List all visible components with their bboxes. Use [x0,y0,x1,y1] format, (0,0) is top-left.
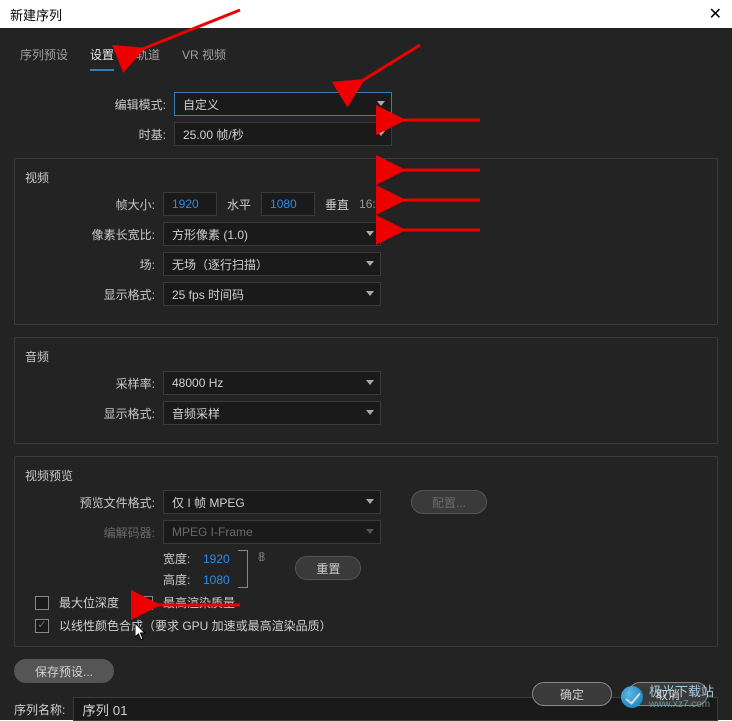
reset-button[interactable]: 重置 [295,556,361,580]
dialog-body: 序列预设 设置 轨道 VR 视频 编辑模式: 自定义 时基: 25.00 帧/秒… [0,28,732,720]
video-title: 视频 [25,169,707,186]
par-row: 像素长宽比: 方形像素 (1.0) [25,222,707,246]
timebase-label: 时基: [14,126,174,143]
chevron-down-icon [366,291,374,296]
preview-file-format-value: 仅 I 帧 MPEG [172,494,245,511]
par-label: 像素长宽比: [25,226,163,243]
preview-width-label: 宽度: [163,550,203,567]
close-icon[interactable]: ✕ [709,4,722,24]
aspect-ratio-label: 16:9 [359,197,382,211]
max-render-quality-checkbox[interactable] [139,596,153,610]
frame-size-row: 帧大小: 1920 水平 1080 垂直 16:9 [25,192,707,216]
chevron-down-icon [366,529,374,534]
preview-file-format-label: 预览文件格式: [25,494,163,511]
max-bit-depth-checkbox[interactable] [35,596,49,610]
video-display-format-select[interactable]: 25 fps 时间码 [163,282,381,306]
frame-size-label: 帧大小: [25,196,163,213]
footer-buttons: 确定 取消 [532,682,708,706]
preview-height-label: 高度: [163,571,203,588]
window-title: 新建序列 [10,5,62,24]
save-preset-button[interactable]: 保存预设... [14,659,114,683]
par-select[interactable]: 方形像素 (1.0) [163,222,381,246]
chevron-down-icon [366,380,374,385]
chevron-down-icon [366,261,374,266]
tab-tracks[interactable]: 轨道 [136,46,160,71]
chevron-down-icon [377,101,385,106]
sample-rate-select[interactable]: 48000 Hz [163,371,381,395]
edit-mode-label: 编辑模式: [14,96,174,113]
chevron-down-icon [366,499,374,504]
codec-select: MPEG I-Frame [163,520,381,544]
timebase-select[interactable]: 25.00 帧/秒 [174,122,392,146]
edit-mode-select[interactable]: 自定义 [174,92,392,116]
video-group: 视频 帧大小: 1920 水平 1080 垂直 16:9 像素长宽比: 方形像素… [14,158,718,325]
audio-group: 音频 采样率: 48000 Hz 显示格式: 音频采样 [14,337,718,444]
sample-rate-row: 采样率: 48000 Hz [25,371,707,395]
chevron-down-icon [377,131,385,136]
audio-display-format-select[interactable]: 音频采样 [163,401,381,425]
frame-height-value: 1080 [270,197,297,211]
preview-size-row: 宽度: 1920 高度: 1080 𝟠 重置 [25,550,707,588]
fields-label: 场: [25,256,163,273]
audio-display-format-label: 显示格式: [25,405,163,422]
sample-rate-label: 采样率: [25,375,163,392]
link-icon[interactable]: 𝟠 [258,550,266,564]
frame-width-input[interactable]: 1920 [163,192,217,216]
config-button: 配置... [411,490,487,514]
fields-select[interactable]: 无场（逐行扫描） [163,252,381,276]
timebase-row: 时基: 25.00 帧/秒 [14,122,718,146]
tab-presets[interactable]: 序列预设 [20,46,68,71]
tabs: 序列预设 设置 轨道 VR 视频 [14,38,718,72]
sample-rate-value: 48000 Hz [172,376,223,390]
fields-row: 场: 无场（逐行扫描） [25,252,707,276]
codec-row: 编解码器: MPEG I-Frame [25,520,707,544]
preview-group: 视频预览 预览文件格式: 仅 I 帧 MPEG 配置... 编解码器: MPEG… [14,456,718,647]
codec-label: 编解码器: [25,524,163,541]
ok-button[interactable]: 确定 [532,682,612,706]
par-value: 方形像素 (1.0) [172,226,248,243]
bracket-icon [238,550,248,588]
cancel-button[interactable]: 取消 [628,682,708,706]
max-render-quality-label: 最高渲染质量 [163,594,235,611]
preview-file-format-select[interactable]: 仅 I 帧 MPEG [163,490,381,514]
audio-display-format-row: 显示格式: 音频采样 [25,401,707,425]
video-display-format-value: 25 fps 时间码 [172,286,244,303]
tab-vr[interactable]: VR 视频 [182,46,226,71]
max-bit-depth-label: 最大位深度 [59,594,119,611]
linear-color-label: 以线性颜色合成（要求 GPU 加速或最高渲染品质） [59,617,332,634]
frame-width-value: 1920 [172,197,199,211]
preview-height-value[interactable]: 1080 [203,573,230,587]
video-display-format-row: 显示格式: 25 fps 时间码 [25,282,707,306]
edit-mode-row: 编辑模式: 自定义 [14,92,718,116]
edit-mode-value: 自定义 [183,96,219,113]
fields-value: 无场（逐行扫描） [172,256,268,273]
chevron-down-icon [366,410,374,415]
audio-title: 音频 [25,348,707,365]
horizontal-label: 水平 [227,196,251,213]
sequence-name-label: 序列名称: [14,701,65,718]
chevron-down-icon [366,231,374,236]
tab-settings[interactable]: 设置 [90,46,114,71]
frame-height-input[interactable]: 1080 [261,192,315,216]
preview-file-format-row: 预览文件格式: 仅 I 帧 MPEG 配置... [25,490,707,514]
linear-color-checkbox[interactable] [35,619,49,633]
vertical-label: 垂直 [325,196,349,213]
checkbox-row-1: 最大位深度 最高渲染质量 [35,594,707,611]
codec-value: MPEG I-Frame [172,525,253,539]
checkbox-row-2: 以线性颜色合成（要求 GPU 加速或最高渲染品质） [35,617,707,634]
timebase-value: 25.00 帧/秒 [183,126,244,143]
audio-display-format-value: 音频采样 [172,405,220,422]
video-display-format-label: 显示格式: [25,286,163,303]
titlebar: 新建序列 ✕ [0,0,732,28]
preview-title: 视频预览 [25,467,707,484]
preview-width-value[interactable]: 1920 [203,552,230,566]
